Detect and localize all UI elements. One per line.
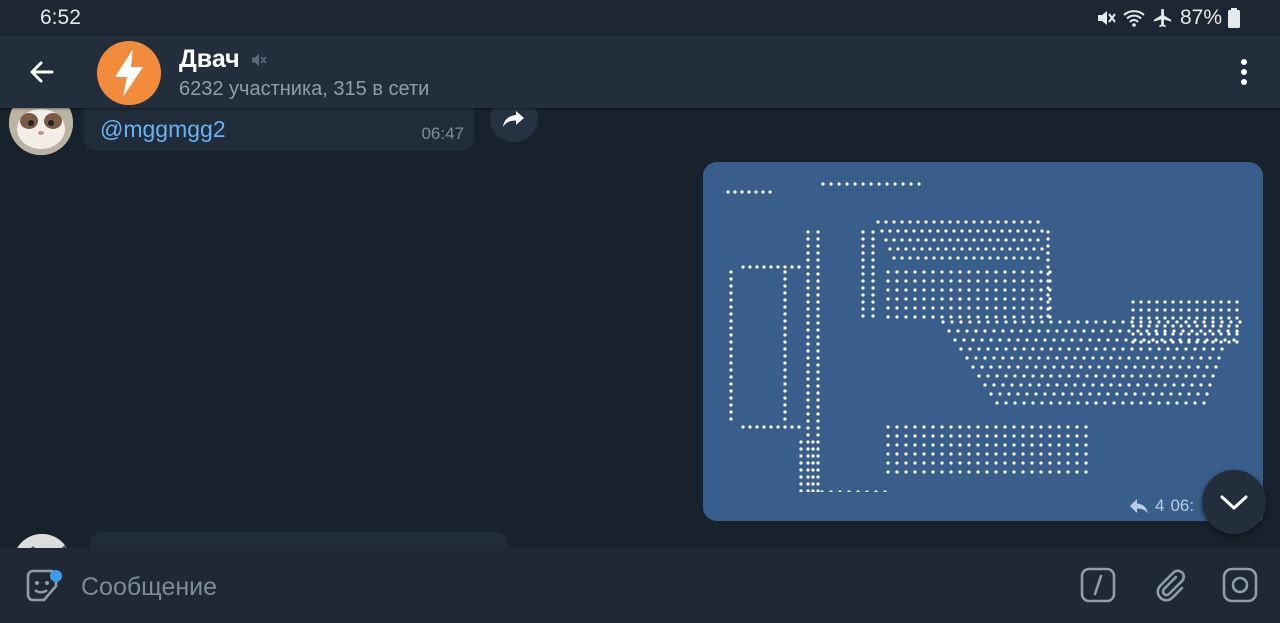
chat-title-text: Двач bbox=[179, 45, 240, 73]
airplane-icon bbox=[1153, 8, 1172, 28]
reply-icon bbox=[1130, 499, 1148, 514]
composer-bar bbox=[0, 548, 1280, 623]
notification-dot bbox=[50, 570, 62, 582]
braille-art-image bbox=[726, 182, 1242, 492]
back-arrow-icon bbox=[30, 61, 54, 83]
more-vert-icon bbox=[1241, 59, 1247, 85]
message-time: 06:47 bbox=[421, 124, 464, 143]
replies-info[interactable]: 4 06: bbox=[1129, 496, 1194, 516]
back-button[interactable] bbox=[22, 54, 62, 90]
outgoing-message: 4 06: bbox=[703, 162, 1263, 521]
scroll-down-button[interactable] bbox=[1202, 470, 1266, 534]
wifi-icon bbox=[1123, 10, 1145, 27]
mute-icon bbox=[1097, 11, 1116, 25]
status-time: 6:52 bbox=[40, 6, 81, 29]
chat-title[interactable]: Двач bbox=[179, 45, 268, 74]
battery-icon bbox=[1228, 8, 1240, 28]
more-options-button[interactable] bbox=[1230, 56, 1258, 88]
battery-level: 87% bbox=[1179, 6, 1222, 29]
chat-avatar[interactable] bbox=[97, 41, 161, 105]
share-icon bbox=[503, 111, 524, 127]
muted-icon bbox=[251, 53, 267, 66]
attach-icon bbox=[1156, 569, 1185, 602]
chevron-down-icon bbox=[1220, 495, 1248, 510]
attach-button[interactable] bbox=[1152, 567, 1188, 603]
bot-command-button[interactable] bbox=[1080, 567, 1116, 603]
status-icons: 87% bbox=[1096, 6, 1240, 30]
message-time: 06: bbox=[1170, 496, 1195, 515]
chat-subtitle: 6232 участника, 315 в сети bbox=[179, 78, 430, 100]
replies-count: 4 bbox=[1155, 496, 1165, 515]
camera-button[interactable] bbox=[1222, 567, 1258, 603]
bot-command-icon bbox=[1080, 567, 1116, 603]
chat-header: Двач 6232 участника, 315 в сети bbox=[0, 36, 1280, 108]
status-bar: 6:52 87% bbox=[0, 0, 1280, 36]
mention-link[interactable]: @mggmgg2 bbox=[100, 116, 226, 143]
message-input[interactable] bbox=[79, 568, 983, 606]
camera-icon bbox=[1222, 567, 1258, 603]
